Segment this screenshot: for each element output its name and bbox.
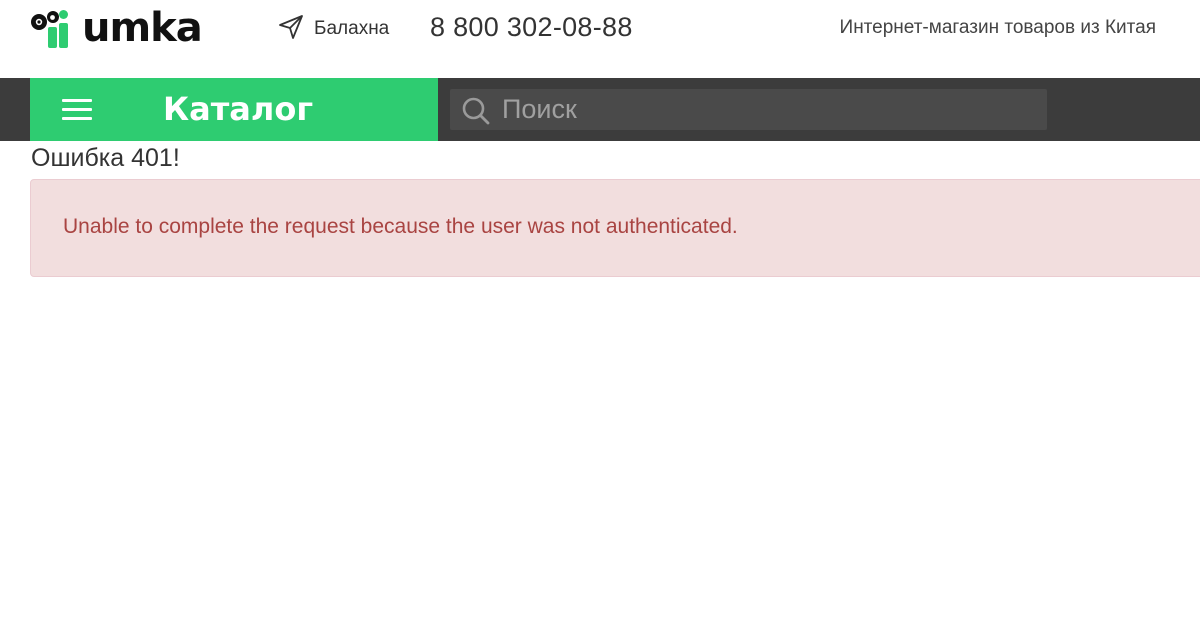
main-navbar: Каталог — [0, 78, 1200, 141]
search-bar[interactable] — [450, 89, 1047, 130]
panda-logo-icon — [30, 8, 80, 48]
error-message: Unable to complete the request because t… — [63, 215, 738, 238]
catalog-label: Каталог — [163, 90, 314, 128]
catalog-button[interactable]: Каталог — [30, 78, 438, 141]
location-arrow-icon — [278, 14, 304, 45]
logo-text: umka — [82, 5, 203, 51]
city-name: Балахна — [314, 18, 390, 39]
search-input[interactable] — [502, 89, 1032, 130]
error-title: Ошибка 401! — [31, 144, 180, 172]
tagline: Интернет-магазин товаров из Китая — [839, 17, 1156, 38]
search-icon[interactable] — [461, 96, 491, 126]
logo[interactable]: umka — [30, 5, 203, 51]
phone-number[interactable]: 8 800 302-08-88 — [430, 12, 633, 43]
menu-icon — [62, 99, 92, 121]
error-alert: Unable to complete the request because t… — [30, 179, 1200, 277]
site-header: umka Балахна 8 800 302-08-88 Интернет-ма… — [0, 0, 1200, 78]
city-selector[interactable]: Балахна — [278, 14, 390, 45]
